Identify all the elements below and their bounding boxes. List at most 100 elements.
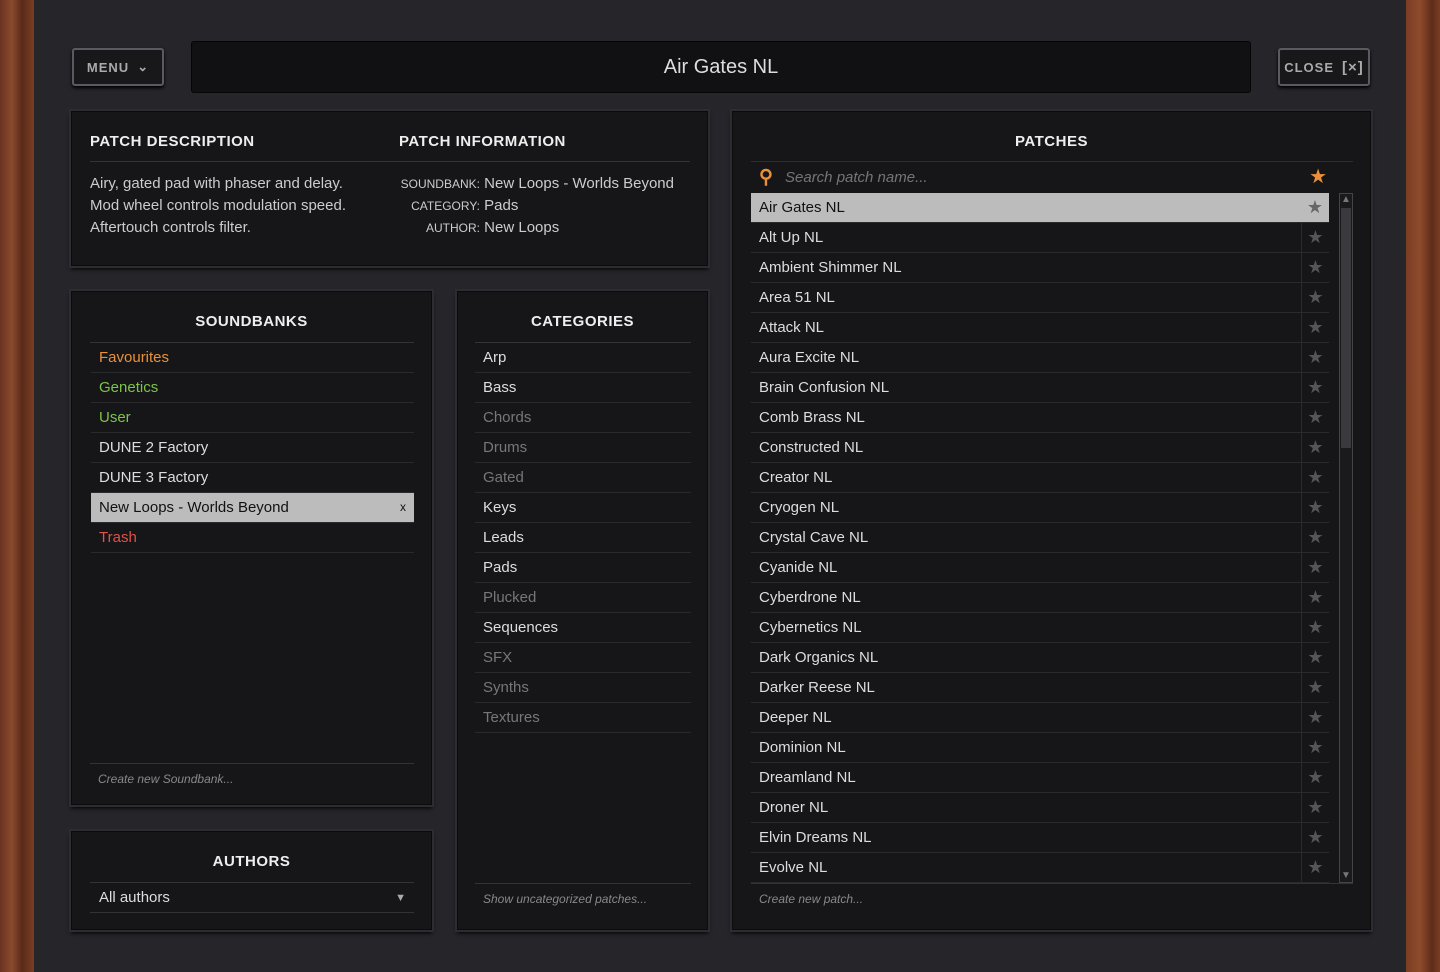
patch-item[interactable]: Attack NL ★	[751, 313, 1329, 343]
chevron-down-icon: ⌄	[137, 59, 150, 74]
patch-name: Constructed NL	[759, 439, 864, 456]
patch-item[interactable]: Ambient Shimmer NL ★	[751, 253, 1329, 283]
category-item[interactable]: SFX	[475, 643, 691, 673]
favourite-star-icon[interactable]: ★	[1301, 823, 1329, 852]
favourite-star-icon[interactable]: ★	[1301, 553, 1329, 582]
patch-name: Air Gates NL	[759, 199, 845, 216]
favourite-star-icon[interactable]: ★	[1301, 763, 1329, 792]
patch-search[interactable]: ⚲ ★	[751, 164, 1331, 192]
patch-name: Elvin Dreams NL	[759, 829, 872, 846]
patch-item[interactable]: Constructed NL ★	[751, 433, 1329, 463]
scroll-up-icon[interactable]: ▲	[1340, 194, 1352, 206]
category-item[interactable]: Bass	[475, 373, 691, 403]
close-icon: [×]	[1342, 58, 1364, 76]
scrollbar[interactable]: ▲ ▼	[1339, 193, 1353, 883]
category-item[interactable]: Sequences	[475, 613, 691, 643]
category-item[interactable]: Arp	[475, 343, 691, 373]
patch-name: Droner NL	[759, 799, 829, 816]
favourite-star-icon[interactable]: ★	[1301, 523, 1329, 552]
categories-panel: CATEGORIES Arp Bass Chords Drums Gated Keys Le…	[457, 291, 708, 930]
favourite-star-icon[interactable]: ★	[1301, 343, 1329, 372]
patch-item[interactable]: Comb Brass NL ★	[751, 403, 1329, 433]
favourite-star-icon[interactable]: ★	[1301, 733, 1329, 762]
favourite-star-icon[interactable]: ★	[1301, 643, 1329, 672]
favourite-star-icon[interactable]: ★	[1301, 313, 1329, 342]
patch-item[interactable]: Aura Excite NL ★	[751, 343, 1329, 373]
patch-item[interactable]: Evolve NL ★	[751, 853, 1329, 883]
remove-soundbank-icon[interactable]: x	[400, 493, 406, 522]
show-uncategorized-button[interactable]: Show uncategorized patches...	[475, 883, 691, 914]
soundbank-item[interactable]: New Loops - Worlds Beyond x	[91, 493, 414, 523]
patch-item[interactable]: Elvin Dreams NL ★	[751, 823, 1329, 853]
patch-item[interactable]: Alt Up NL ★	[751, 223, 1329, 253]
patch-item[interactable]: Droner NL ★	[751, 793, 1329, 823]
patch-name: Dark Organics NL	[759, 649, 879, 666]
search-input[interactable]	[785, 166, 1285, 188]
category-item[interactable]: Drums	[475, 433, 691, 463]
soundbank-item[interactable]: User	[91, 403, 414, 433]
favourite-star-icon[interactable]: ★	[1301, 373, 1329, 402]
favourite-star-icon[interactable]: ★	[1301, 583, 1329, 612]
favourite-star-icon[interactable]: ★	[1301, 253, 1329, 282]
favourite-star-icon[interactable]: ★	[1301, 493, 1329, 522]
authors-dropdown[interactable]: All authors ▼	[90, 883, 414, 913]
favourite-star-icon[interactable]: ★	[1301, 613, 1329, 642]
soundbank-item[interactable]: DUNE 2 Factory	[91, 433, 414, 463]
patch-item[interactable]: Cyberdrone NL ★	[751, 583, 1329, 613]
patch-item[interactable]: Darker Reese NL ★	[751, 673, 1329, 703]
category-label: Plucked	[483, 589, 537, 606]
patch-item[interactable]: Creator NL ★	[751, 463, 1329, 493]
patch-item[interactable]: Crystal Cave NL ★	[751, 523, 1329, 553]
favourite-star-icon[interactable]: ★	[1301, 463, 1329, 492]
favourite-star-icon[interactable]: ★	[1301, 793, 1329, 822]
soundbank-label: User	[99, 409, 131, 426]
soundbank-item[interactable]: Genetics	[91, 373, 414, 403]
authors-selected: All authors	[99, 889, 170, 906]
dropdown-arrow-icon: ▼	[395, 892, 406, 904]
patch-item[interactable]: Dark Organics NL ★	[751, 643, 1329, 673]
create-soundbank-button[interactable]: Create new Soundbank...	[90, 763, 414, 794]
menu-button[interactable]: MENU ⌄	[72, 48, 164, 86]
patch-item[interactable]: Air Gates NL ★	[751, 193, 1329, 223]
patch-item[interactable]: Brain Confusion NL ★	[751, 373, 1329, 403]
favourites-filter-star-icon[interactable]: ★	[1309, 164, 1327, 189]
category-item[interactable]: Textures	[475, 703, 691, 733]
favourite-star-icon[interactable]: ★	[1301, 673, 1329, 702]
category-item[interactable]: Gated	[475, 463, 691, 493]
category-item[interactable]: Pads	[475, 553, 691, 583]
soundbank-label: New Loops - Worlds Beyond	[99, 499, 289, 516]
favourite-star-icon[interactable]: ★	[1301, 703, 1329, 732]
patch-item[interactable]: Dominion NL ★	[751, 733, 1329, 763]
patch-name: Cryogen NL	[759, 499, 840, 516]
patch-item[interactable]: Dreamland NL ★	[751, 763, 1329, 793]
patch-name: Creator NL	[759, 469, 833, 486]
favourite-star-icon[interactable]: ★	[1301, 853, 1329, 882]
soundbank-item[interactable]: Favourites	[91, 343, 414, 373]
favourite-star-icon[interactable]: ★	[1301, 193, 1329, 222]
scrollbar-thumb[interactable]	[1341, 208, 1351, 448]
create-patch-button[interactable]: Create new patch...	[751, 883, 1353, 914]
category-label: CATEGORY:	[411, 199, 480, 213]
soundbank-item[interactable]: Trash	[91, 523, 414, 553]
category-item[interactable]: Keys	[475, 493, 691, 523]
category-item[interactable]: Plucked	[475, 583, 691, 613]
soundbank-item[interactable]: DUNE 3 Factory	[91, 463, 414, 493]
patch-item[interactable]: Cybernetics NL ★	[751, 613, 1329, 643]
patch-item[interactable]: Deeper NL ★	[751, 703, 1329, 733]
patch-item[interactable]: Cryogen NL ★	[751, 493, 1329, 523]
category-item[interactable]: Leads	[475, 523, 691, 553]
favourite-star-icon[interactable]: ★	[1301, 433, 1329, 462]
patch-info-panel: PATCH DESCRIPTION PATCH INFORMATION Airy…	[71, 111, 708, 266]
favourite-star-icon[interactable]: ★	[1301, 283, 1329, 312]
category-item[interactable]: Synths	[475, 673, 691, 703]
soundbank-label: DUNE 3 Factory	[99, 469, 209, 486]
favourite-star-icon[interactable]: ★	[1301, 223, 1329, 252]
patch-item[interactable]: Area 51 NL ★	[751, 283, 1329, 313]
scroll-down-icon[interactable]: ▼	[1340, 870, 1352, 882]
category-label: Drums	[483, 439, 528, 456]
patch-item[interactable]: Cyanide NL ★	[751, 553, 1329, 583]
favourite-star-icon[interactable]: ★	[1301, 403, 1329, 432]
category-item[interactable]: Chords	[475, 403, 691, 433]
close-button[interactable]: CLOSE [×]	[1278, 48, 1370, 86]
patch-name: Ambient Shimmer NL	[759, 259, 902, 276]
